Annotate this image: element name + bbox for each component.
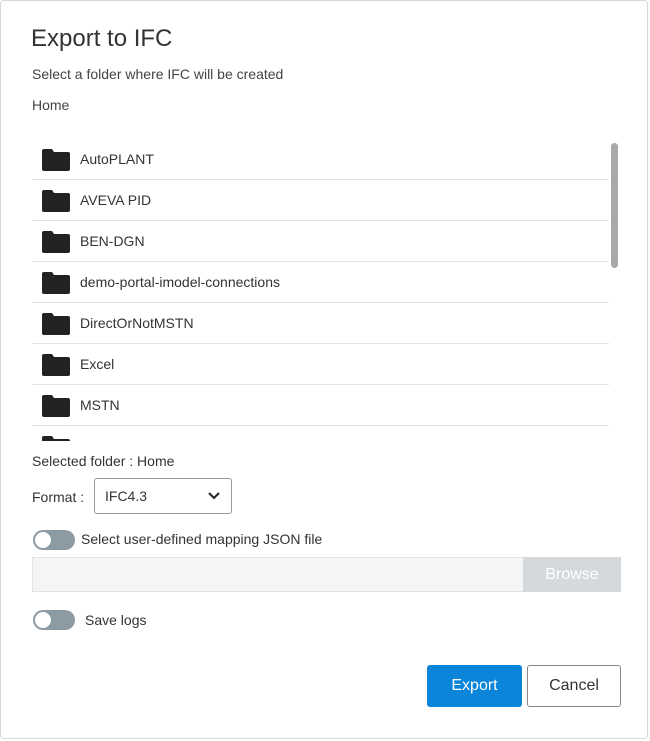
folder-label: MSTN (80, 397, 120, 413)
folder-icon (42, 395, 70, 417)
folder-label: Excel (80, 356, 115, 372)
chevron-down-icon (208, 492, 220, 500)
folder-icon (42, 149, 70, 171)
folder-list: AutoPLANT AVEVA PID BEN-DGN demo-portal-imo… (32, 139, 622, 441)
save-logs-toggle[interactable] (33, 610, 75, 630)
format-select[interactable]: IFC4.3 (94, 478, 232, 514)
export-button[interactable]: Export (427, 665, 522, 707)
cancel-button[interactable]: Cancel (527, 665, 621, 707)
folder-row[interactable]: MSTN (32, 385, 609, 426)
selected-folder-text: Selected folder : Home (32, 453, 175, 469)
breadcrumb[interactable]: Home (32, 97, 69, 113)
folder-icon (42, 272, 70, 294)
folder-row[interactable]: BEN-DGN (32, 221, 609, 262)
dialog-subtitle: Select a folder where IFC will be create… (32, 66, 284, 82)
export-ifc-dialog: Export to IFC Select a folder where IFC … (0, 0, 648, 739)
folder-label: DirectOrNotMSTN (80, 315, 194, 331)
folder-icon (42, 190, 70, 212)
toggle-knob (35, 612, 51, 628)
mapping-toggle[interactable] (33, 530, 75, 550)
format-select-value: IFC4.3 (105, 488, 148, 504)
folder-row[interactable]: DirectOrNotMSTN (32, 303, 609, 344)
folder-list-scrollbar[interactable] (611, 143, 618, 268)
folder-row[interactable]: demo-portal-imodel-connections (32, 262, 609, 303)
folder-row[interactable]: Excel (32, 344, 609, 385)
folder-icon (42, 354, 70, 376)
browse-button[interactable]: Browse (523, 557, 621, 592)
mapping-toggle-label: Select user-defined mapping JSON file (81, 531, 323, 547)
format-label: Format : (32, 489, 85, 505)
folder-icon (42, 436, 70, 441)
folder-icon (42, 231, 70, 253)
folder-label: AVEVA PID (80, 192, 152, 208)
folder-label: AutoPLANT (80, 151, 154, 167)
folder-icon (42, 313, 70, 335)
mapping-file-input[interactable] (32, 557, 523, 592)
toggle-knob (35, 532, 51, 548)
folder-label: demo-portal-imodel-connections (80, 274, 280, 290)
folder-row[interactable]: AutoPLANT (32, 139, 609, 180)
folder-label: BEN-DGN (80, 233, 145, 249)
save-logs-label: Save logs (85, 612, 147, 628)
folder-row[interactable] (32, 426, 609, 441)
folder-row[interactable]: AVEVA PID (32, 180, 609, 221)
dialog-title: Export to IFC (31, 25, 173, 52)
